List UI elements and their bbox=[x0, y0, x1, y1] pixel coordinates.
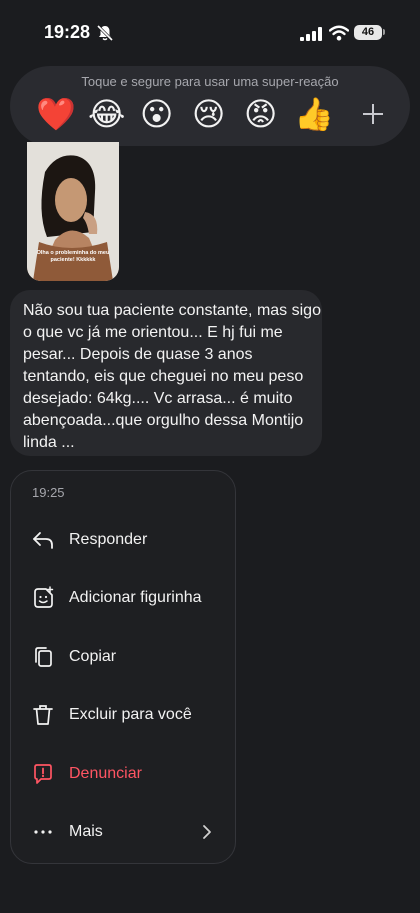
trash-icon bbox=[33, 705, 53, 725]
menu-item-copiar[interactable]: Copiar bbox=[11, 634, 235, 680]
menu-item-denunciar[interactable]: Denunciar bbox=[11, 751, 235, 797]
status-bar: 19:28 46 bbox=[0, 0, 420, 62]
more-dots-icon bbox=[34, 830, 52, 834]
menu-item-excluir[interactable]: Excluir para você bbox=[11, 692, 235, 738]
reaction-angry[interactable]: 😡 bbox=[244, 94, 277, 134]
chevron-right-icon bbox=[203, 825, 211, 839]
message-text: Não sou tua paciente constante, mas sigo… bbox=[23, 302, 321, 451]
story-reply-image[interactable]: Olha o probleminha do meu paciente! Kkkk… bbox=[27, 142, 119, 281]
message-context-menu: 19:25 Responder Adicionar figurinha Copi… bbox=[10, 470, 236, 864]
status-time: 19:28 bbox=[44, 22, 91, 42]
cellular-signal-icon bbox=[300, 27, 322, 41]
battery-tip bbox=[383, 29, 385, 35]
menu-item-mais[interactable]: Mais bbox=[11, 809, 235, 855]
story-caption: Olha o probleminha do meu paciente! Kkkk… bbox=[36, 250, 110, 263]
menu-item-responder[interactable]: Responder bbox=[11, 517, 235, 563]
message-timestamp: 19:25 bbox=[32, 485, 65, 500]
menu-label: Mais bbox=[69, 823, 103, 840]
reaction-thumbs-up[interactable]: 👍 bbox=[294, 94, 334, 134]
battery-icon: 46 bbox=[354, 25, 382, 40]
reaction-wow[interactable]: 😮 bbox=[140, 94, 173, 134]
report-icon bbox=[34, 764, 52, 784]
reaction-laugh[interactable]: 😂 bbox=[88, 94, 125, 134]
sticker-icon bbox=[34, 586, 54, 608]
copy-icon bbox=[35, 647, 52, 667]
message-bubble[interactable]: Não sou tua paciente constante, mas sigo… bbox=[10, 290, 322, 456]
reaction-hint: Toque e segure para usar uma super-reaçã… bbox=[81, 74, 339, 89]
menu-label: Responder bbox=[69, 531, 148, 548]
reaction-bar: Toque e segure para usar uma super-reaçã… bbox=[10, 66, 410, 146]
menu-label: Adicionar figurinha bbox=[69, 589, 202, 606]
menu-label: Excluir para você bbox=[69, 706, 192, 723]
reply-arrow-icon bbox=[33, 532, 53, 549]
reaction-sad[interactable]: 😢 bbox=[192, 94, 225, 134]
reaction-heart[interactable]: ❤️ bbox=[36, 94, 76, 134]
mute-bell-icon bbox=[96, 24, 114, 42]
plus-icon[interactable] bbox=[350, 96, 396, 132]
wifi-icon bbox=[329, 25, 349, 41]
menu-item-adicionar-figurinha[interactable]: Adicionar figurinha bbox=[11, 575, 235, 621]
menu-label: Denunciar bbox=[69, 765, 142, 782]
menu-label: Copiar bbox=[69, 648, 117, 665]
